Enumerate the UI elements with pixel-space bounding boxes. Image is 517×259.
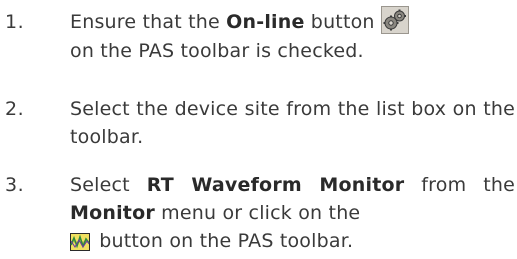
step-text: Select the device site from the list box… [70, 98, 515, 148]
rt-waveform-monitor-label: RT Waveform Monitor [146, 174, 405, 196]
step-number: 2. [5, 98, 25, 120]
step-number: 1. [5, 11, 25, 33]
online-label: On-line [226, 11, 305, 33]
step-text: Ensure that the On-line button on the PA… [70, 5, 515, 65]
monitor-menu-label: Monitor [70, 202, 155, 224]
step-text: Select RT Waveform Monitor from the Moni… [70, 174, 515, 252]
step-number: 3. [5, 174, 25, 196]
online-gears-icon [380, 5, 409, 34]
waveform-monitor-icon [70, 231, 90, 251]
